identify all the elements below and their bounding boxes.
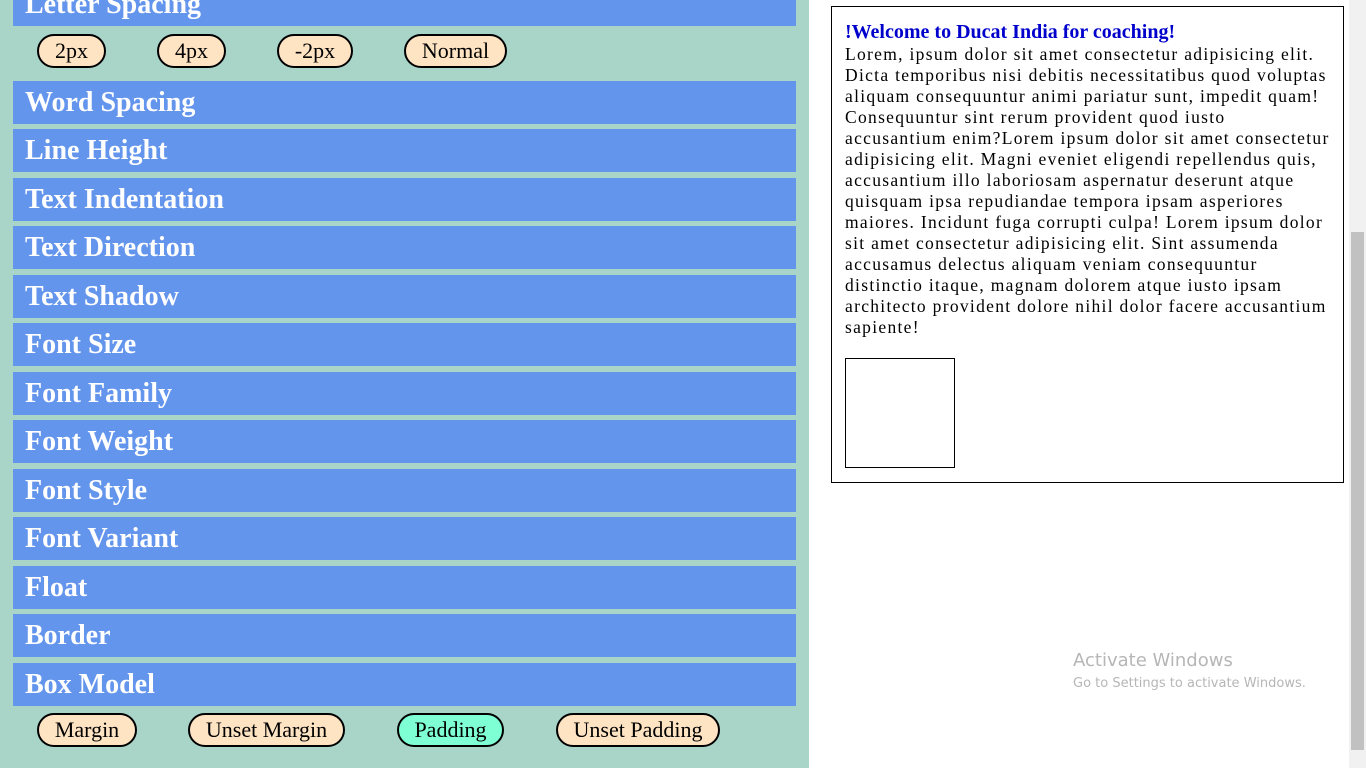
section-box-model[interactable]: Box Model xyxy=(13,663,796,706)
activate-windows-title: Activate Windows xyxy=(1073,650,1233,671)
section-font-style[interactable]: Font Style xyxy=(13,469,796,512)
section-font-weight[interactable]: Font Weight xyxy=(13,420,796,463)
activate-windows-subtitle: Go to Settings to activate Windows. xyxy=(1073,676,1306,691)
padding-button[interactable]: Padding xyxy=(397,713,504,747)
section-text-direction[interactable]: Text Direction xyxy=(13,226,796,269)
margin-button[interactable]: Margin xyxy=(37,713,137,747)
letter-spacing-minus2px-button[interactable]: -2px xyxy=(277,34,353,68)
letter-spacing-4px-button[interactable]: 4px xyxy=(157,34,226,68)
section-text-indentation[interactable]: Text Indentation xyxy=(13,178,796,221)
section-border[interactable]: Border xyxy=(13,614,796,657)
section-line-height[interactable]: Line Height xyxy=(13,129,796,172)
preview-paragraph: Lorem, ipsum dolor sit amet consectetur … xyxy=(845,44,1330,337)
section-float[interactable]: Float xyxy=(13,566,796,609)
section-letter-spacing[interactable]: Letter Spacing xyxy=(13,0,796,26)
section-font-variant[interactable]: Font Variant xyxy=(13,517,796,560)
unset-margin-button[interactable]: Unset Margin xyxy=(188,713,345,747)
section-font-size[interactable]: Font Size xyxy=(13,323,796,366)
scrollbar-thumb[interactable] xyxy=(1351,232,1364,750)
preview-heading: !Welcome to Ducat India for coaching! xyxy=(845,21,1176,43)
letter-spacing-2px-button[interactable]: 2px xyxy=(37,34,106,68)
unset-padding-button[interactable]: Unset Padding xyxy=(556,713,720,747)
section-text-shadow[interactable]: Text Shadow xyxy=(13,275,796,318)
preview-card: !Welcome to Ducat India for coaching! Lo… xyxy=(831,6,1344,483)
section-word-spacing[interactable]: Word Spacing xyxy=(13,81,796,124)
letter-spacing-normal-button[interactable]: Normal xyxy=(404,34,507,68)
controls-panel: Letter Spacing 2px 4px -2px Normal Word … xyxy=(0,0,809,768)
section-font-family[interactable]: Font Family xyxy=(13,372,796,415)
preview-box xyxy=(845,358,955,468)
